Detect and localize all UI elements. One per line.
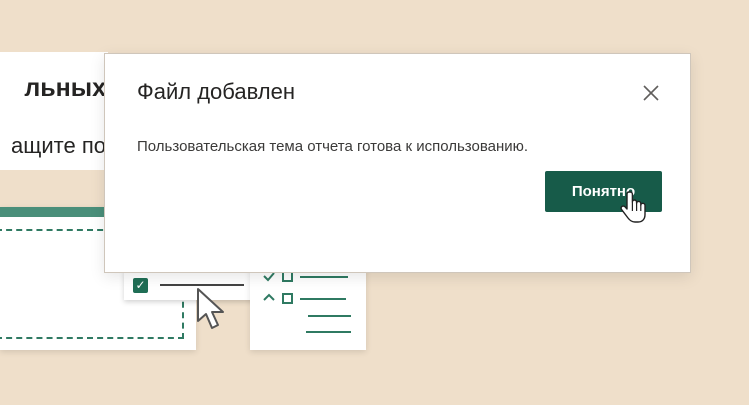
illustration-accent-bar — [0, 207, 108, 217]
hand-pointer-icon — [620, 191, 646, 223]
checkbox-icon: ✓ — [133, 278, 148, 293]
background-heading: льных — [24, 74, 106, 102]
dialog-message: Пользовательская тема отчета готова к ис… — [137, 138, 529, 155]
dialog-title: Файл добавлен — [137, 79, 296, 104]
pointer-cursor-icon — [197, 288, 224, 329]
close-icon[interactable] — [642, 84, 660, 102]
checklist-icon — [263, 271, 351, 333]
file-added-dialog: Файл добавлен Пользовательская тема отче… — [104, 53, 691, 273]
illustration-field-line — [160, 284, 244, 286]
illustration-checklist-card — [250, 262, 366, 350]
background-subtitle: ащите по — [11, 133, 106, 158]
